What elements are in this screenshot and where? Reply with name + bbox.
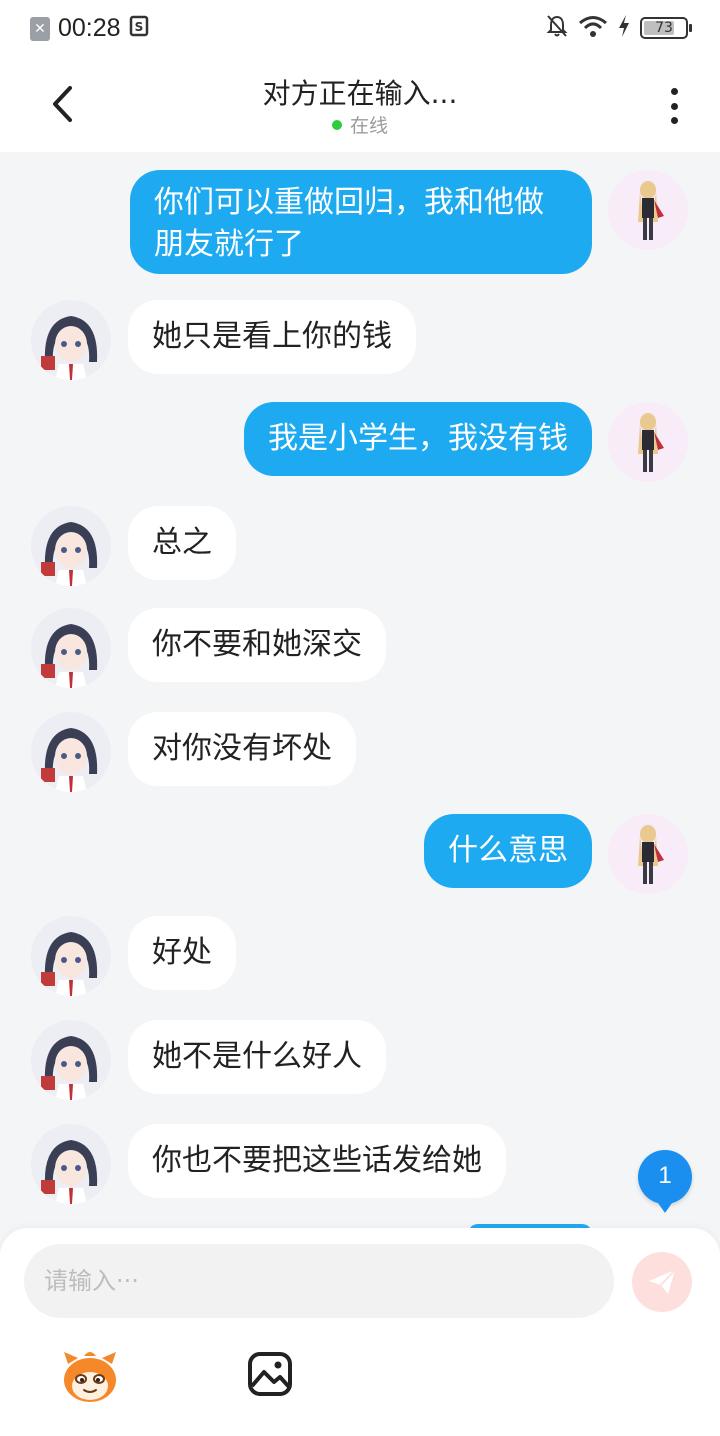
svg-text:S: S <box>134 20 143 34</box>
self-avatar[interactable] <box>608 402 688 482</box>
chat-title: 对方正在输入... <box>262 77 458 110</box>
contact-avatar[interactable] <box>31 506 111 586</box>
presence-status: 在线 <box>0 111 720 138</box>
status-time: 00:28 <box>58 14 121 42</box>
message-row-received: 总之 <box>0 506 720 586</box>
avatar-illustration-icon <box>608 814 688 894</box>
more-dot-icon <box>670 102 678 110</box>
message-bubble-received[interactable]: 她只是看上你的钱 <box>128 300 416 374</box>
composer-panel <box>0 1228 720 1436</box>
message-bubble-received[interactable]: 好处 <box>128 916 236 990</box>
message-row-received: 你不要和她深交 <box>0 608 720 688</box>
message-text-line: 你们可以重做回归，我和他做 <box>154 185 544 220</box>
send-button[interactable] <box>632 1252 692 1312</box>
unread-count-badge[interactable]: 1 <box>638 1150 692 1213</box>
avatar-illustration-icon <box>31 1124 111 1204</box>
contact-avatar[interactable] <box>31 300 111 380</box>
message-bubble-received[interactable]: 总之 <box>128 506 236 580</box>
avatar-illustration-icon <box>31 608 111 688</box>
message-row-received: 她只是看上你的钱 <box>0 300 720 380</box>
avatar-illustration-icon <box>608 402 688 482</box>
notification-icon: ✕ <box>30 16 50 41</box>
contact-avatar[interactable] <box>31 916 111 996</box>
emoji-button[interactable] <box>60 1346 120 1406</box>
message-input[interactable] <box>24 1244 614 1318</box>
contact-avatar[interactable] <box>31 1020 111 1100</box>
message-bubble-sent[interactable]: 什么意思 <box>424 814 592 888</box>
self-avatar[interactable] <box>608 170 688 250</box>
message-row-sent: 你们可以重做回归，我和他做 朋友就行了 <box>0 170 720 276</box>
mute-bell-icon <box>546 14 568 42</box>
sim-icon: S <box>129 15 149 42</box>
message-list[interactable]: 你们可以重做回归，我和他做 朋友就行了 她只是看上你的钱 我是小学生，我没有钱 … <box>0 152 720 1228</box>
status-right: 73 <box>546 14 692 42</box>
message-bubble-received[interactable]: 她不是什么好人 <box>128 1020 386 1094</box>
message-row-received: 她不是什么好人 <box>0 1020 720 1100</box>
status-bar: ✕ 00:28 S 73 <box>0 0 720 58</box>
message-bubble-sent[interactable]: 你们可以重做回归，我和他做 朋友就行了 <box>130 170 592 274</box>
more-options-button[interactable] <box>656 86 692 126</box>
wifi-icon <box>578 15 608 41</box>
more-dot-icon <box>670 88 678 95</box>
image-picker-button[interactable] <box>246 1350 294 1398</box>
chat-header: 对方正在输入... 在线 <box>0 58 720 152</box>
avatar-illustration-icon <box>608 170 688 250</box>
charging-icon <box>618 15 630 41</box>
message-text-line: 朋友就行了 <box>154 227 304 262</box>
battery-icon: 73 <box>640 17 692 39</box>
presence-label: 在线 <box>349 115 388 137</box>
contact-avatar[interactable] <box>31 1124 111 1204</box>
battery-level: 73 <box>655 20 673 36</box>
contact-avatar[interactable] <box>31 608 111 688</box>
message-row-received: 对你没有坏处 <box>0 712 720 792</box>
avatar-illustration-icon <box>31 712 111 792</box>
status-left: ✕ 00:28 S <box>30 14 149 43</box>
avatar-illustration-icon <box>31 1020 111 1100</box>
avatar-illustration-icon <box>31 506 111 586</box>
message-bubble-received[interactable]: 你不要和她深交 <box>128 608 386 682</box>
image-icon <box>248 1352 292 1396</box>
paper-plane-icon <box>649 1269 676 1294</box>
avatar-illustration-icon <box>31 916 111 996</box>
avatar-illustration-icon <box>31 300 111 380</box>
message-row-sent: 我是小学生，我没有钱 <box>0 402 720 482</box>
more-dot-icon <box>670 117 678 124</box>
message-bubble-received[interactable]: 你也不要把这些话发给她 <box>128 1124 506 1198</box>
emoji-mascot-icon <box>64 1352 116 1402</box>
message-row-sent: 什么意思 <box>0 814 720 894</box>
online-dot-icon <box>331 119 342 130</box>
message-row-received: 你也不要把这些话发给她 <box>0 1124 720 1204</box>
self-avatar[interactable] <box>608 814 688 894</box>
contact-avatar[interactable] <box>31 712 111 792</box>
message-bubble-sent[interactable]: 我是小学生，我没有钱 <box>244 402 592 476</box>
message-row-received: 好处 <box>0 916 720 996</box>
message-bubble-received[interactable]: 对你没有坏处 <box>128 712 356 786</box>
